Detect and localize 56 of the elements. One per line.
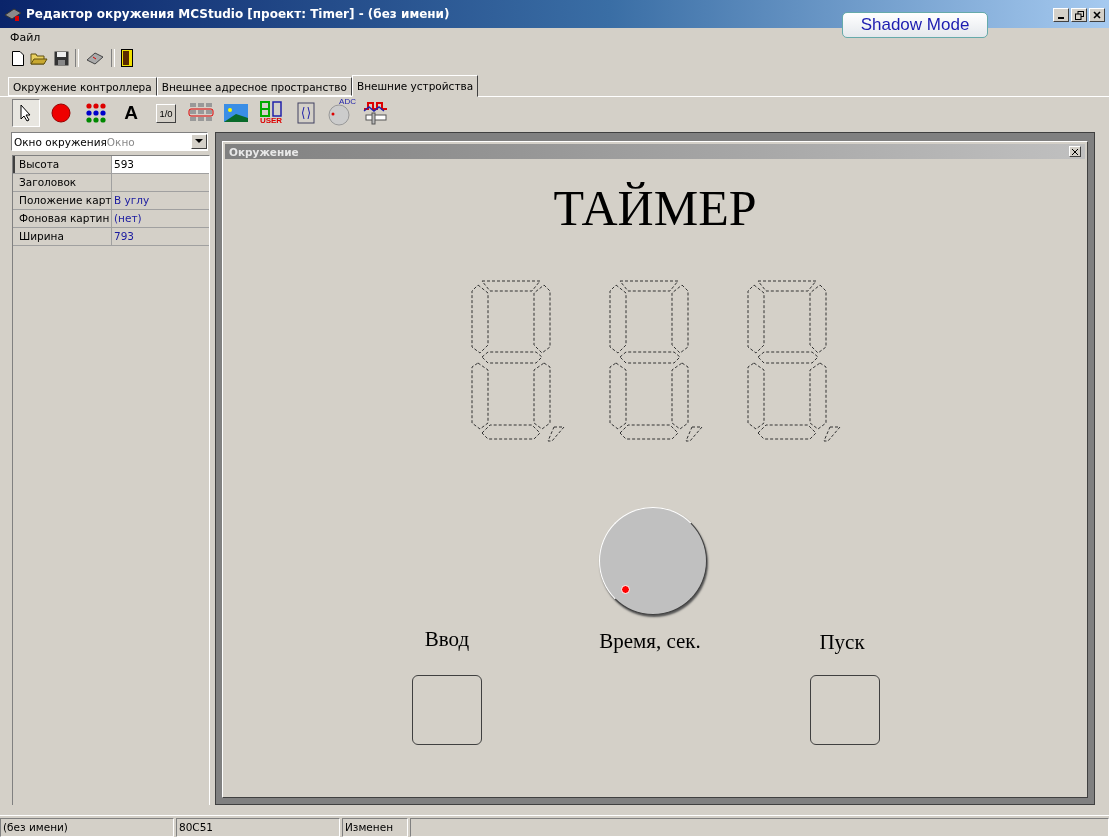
property-name[interactable]: Ширина (13, 228, 112, 245)
text-tool-icon: A (124, 102, 138, 124)
property-value[interactable]: 793 (112, 228, 209, 245)
menu-item[interactable]: Файл (10, 30, 41, 44)
status-panel: Изменен (342, 818, 408, 837)
property-name[interactable]: Заголовок (13, 174, 112, 191)
button-label: Ввод (424, 627, 470, 652)
caret-icon (195, 139, 203, 144)
new-file-icon[interactable] (12, 50, 24, 66)
pointer-icon (20, 104, 32, 122)
knob-icon (328, 104, 350, 126)
button-label: Пуск (819, 630, 865, 655)
adc-label: ADC (339, 97, 356, 106)
object-combo[interactable]: Окно окруженияОкно (11, 132, 208, 151)
save-icon[interactable] (54, 50, 69, 66)
close-icon (1072, 148, 1078, 155)
property-value[interactable]: 593 (112, 156, 209, 173)
window-title: Редактор окружения MCStudio [проект: Timer] - (без имени) (26, 7, 450, 21)
knob-indicator (620, 585, 630, 595)
palette-tool-button[interactable]: A (117, 99, 145, 127)
status-panel: (без имени) (0, 818, 174, 837)
push-button[interactable] (810, 675, 880, 745)
close-button[interactable] (1069, 146, 1081, 157)
minimize-button[interactable] (1053, 8, 1069, 22)
chip-icon[interactable] (85, 51, 105, 65)
heading: ТАЙМЕР (552, 179, 758, 237)
tab[interactable]: Окружение контроллера (8, 77, 157, 96)
property-value[interactable]: В углу (112, 192, 209, 209)
property-name[interactable]: Положение карт (13, 192, 112, 209)
property-name[interactable]: Фоновая картин (13, 210, 112, 227)
push-button[interactable] (412, 675, 482, 745)
restore-icon (1074, 10, 1084, 20)
led-matrix-icon (84, 102, 108, 124)
app-icon (4, 6, 22, 22)
keypad-icon (188, 102, 214, 124)
close-icon (1093, 11, 1101, 19)
shadow-mode-button[interactable]: Shadow Mode (842, 12, 988, 38)
tab[interactable]: Внешнее адресное пространство (156, 77, 352, 96)
combo-value: Окно окруженияОкно (13, 135, 136, 148)
open-folder-icon[interactable] (30, 51, 48, 65)
status-panel: 80C51 (176, 818, 340, 837)
knob-label: Время, сек. (599, 629, 701, 654)
environment-title: Окружение (229, 145, 299, 158)
palette-tool-button[interactable]: ADC (327, 99, 355, 127)
restore-button[interactable] (1071, 8, 1087, 22)
led-icon (51, 103, 71, 123)
tab[interactable]: Внешние устройства (351, 75, 479, 97)
encoder-icon (297, 102, 315, 124)
property-value[interactable]: (нет) (112, 210, 209, 227)
exit-door-icon[interactable] (121, 49, 133, 67)
palette-tool-button[interactable] (362, 99, 390, 127)
dropdown-button[interactable] (191, 134, 207, 149)
signal-generator-icon (363, 101, 389, 125)
close-button[interactable] (1089, 8, 1105, 22)
image-icon (224, 104, 248, 122)
palette-tool-button[interactable] (12, 99, 40, 127)
